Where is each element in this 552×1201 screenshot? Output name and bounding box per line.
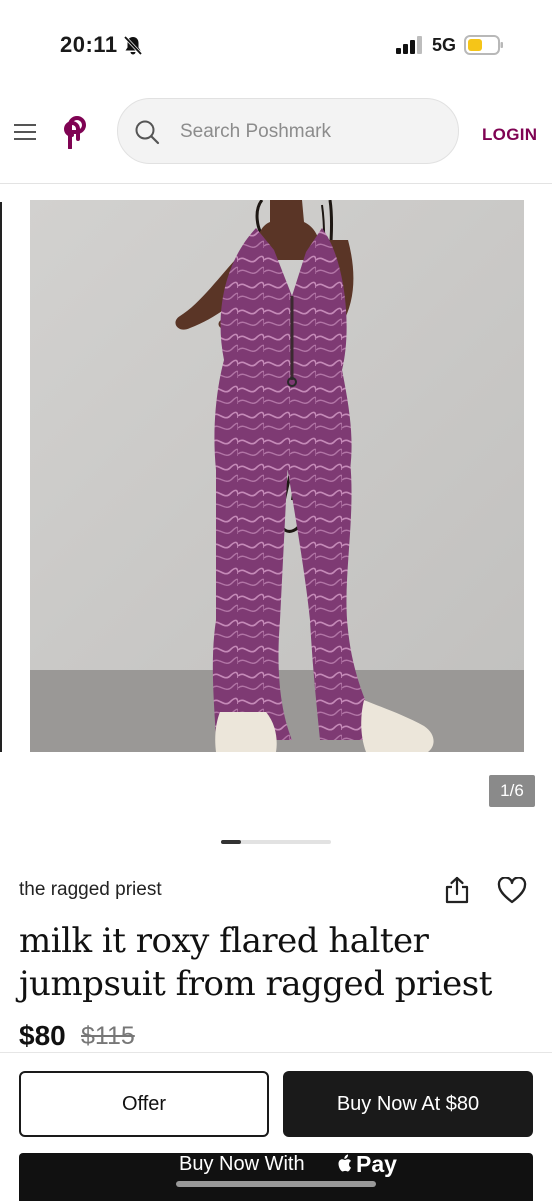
heart-icon[interactable]	[497, 877, 527, 904]
login-link[interactable]: LOGIN	[482, 125, 537, 145]
product-image[interactable]	[30, 200, 524, 752]
battery-icon	[464, 35, 503, 55]
listing-title: milk it roxy flared halter jumpsuit from…	[19, 921, 492, 1004]
menu-icon[interactable]	[14, 124, 36, 140]
signal-icon	[396, 36, 422, 54]
pager-active-indicator	[221, 840, 241, 844]
app-header: LOGIN	[0, 95, 552, 184]
status-bar: 20:11 5G	[0, 0, 552, 90]
image-counter: 1/6	[489, 775, 535, 807]
image-carousel-pager	[221, 840, 331, 844]
original-price: $115	[81, 1022, 135, 1050]
status-time: 20:11	[60, 32, 118, 57]
search-bar[interactable]	[117, 98, 459, 164]
purchase-action-bar: Offer Buy Now At $80 Buy Now With Pay	[0, 1052, 552, 1201]
apple-pay-button[interactable]: Buy Now With Pay	[19, 1151, 533, 1201]
poshmark-logo-icon[interactable]	[60, 115, 92, 149]
search-icon	[135, 120, 160, 145]
brand-link[interactable]: the ragged priest	[19, 879, 162, 901]
offer-button[interactable]: Offer	[19, 1071, 269, 1137]
jumpsuit-photo	[30, 200, 524, 752]
bell-slash-icon	[123, 35, 143, 56]
share-icon[interactable]	[444, 876, 470, 904]
home-indicator	[176, 1181, 376, 1187]
buy-now-button[interactable]: Buy Now At $80	[283, 1071, 533, 1137]
network-label: 5G	[432, 35, 457, 55]
apple-pay-suffix: Pay	[356, 1151, 397, 1177]
previous-image-edge	[0, 202, 2, 752]
search-input[interactable]	[178, 114, 442, 150]
apple-logo-icon	[338, 1154, 351, 1172]
apple-pay-prefix: Buy Now With	[179, 1153, 305, 1175]
listing-price: $80	[19, 1020, 66, 1051]
